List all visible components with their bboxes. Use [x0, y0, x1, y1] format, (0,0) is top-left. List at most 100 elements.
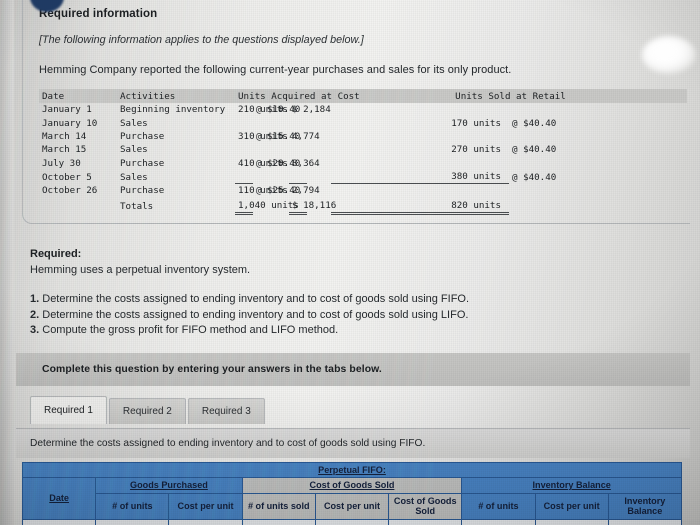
cell-units: [235, 170, 253, 184]
cell-sold-units: [331, 130, 509, 143]
panel-title: Required information: [39, 8, 158, 20]
fifo-col-ib-balance: Inventory Balance: [607, 492, 683, 520]
fifo-group-cost-of-goods-sold: Cost of Goods Sold: [241, 477, 463, 494]
cell-unit-price: [253, 116, 271, 129]
cell-activity: Purchase: [120, 185, 165, 197]
list-item-number: 1.: [30, 293, 40, 305]
cell-units: 110 units: [235, 183, 288, 198]
list-item: 3. Compute the gross profit for FIFO met…: [30, 323, 670, 339]
tab-instruction-text: Determine the costs assigned to ending i…: [30, 438, 426, 449]
col-header-activities: Activities: [117, 89, 235, 103]
required-information-panel: Required information [The following info…: [22, 0, 690, 224]
fifo-title-row: Perpetual FIFO:: [22, 462, 682, 478]
cell-unit-price: @ $20.40: [256, 157, 301, 169]
cell-totals-blank: [39, 198, 117, 214]
cell-sold-units: 270 units: [451, 144, 501, 156]
fifo-cell-gp-cost[interactable]: [168, 518, 243, 525]
cell-sold-price: [509, 184, 687, 198]
fifo-group-header-row: Date Goods Purchased Cost of Goods Sold …: [21, 477, 682, 520]
cell-units: 410 units: [238, 157, 288, 169]
cell-activity: Sales: [120, 171, 148, 183]
cell-sold-units: 380 units: [451, 171, 501, 183]
list-item-text: Determine the costs assigned to ending i…: [42, 308, 469, 321]
fifo-cell-ib-units[interactable]: [461, 518, 536, 525]
cell-units: [235, 143, 253, 156]
activities-table-header-row: Date Activities Units Acquired at Cost U…: [39, 89, 687, 103]
fifo-col-cg-units-sold: # of units sold: [241, 492, 316, 520]
fifo-col-ib-cost-per-unit: Cost per unit: [534, 492, 609, 520]
fifo-cell-ib-balance[interactable]: [607, 518, 683, 525]
cell-spacer: [307, 170, 331, 184]
cell-equals: [271, 116, 289, 129]
fifo-cell-gp-units[interactable]: [95, 518, 170, 525]
cell-cost: [289, 170, 307, 184]
table-row: March 15 Sales 270 units @ $40.40: [39, 143, 687, 156]
cell-activity: Purchase: [120, 130, 165, 142]
tab-required-1[interactable]: Required 1: [30, 396, 107, 424]
perpetual-fifo-table: Perpetual FIFO: Date Goods Purchased Cos…: [21, 462, 683, 525]
cell-totals-blank4: [509, 198, 687, 214]
cell-cost: 2,794: [289, 183, 320, 198]
required-items-list: 1. Determine the costs assigned to endin…: [30, 292, 670, 339]
table-row: October 26 Purchase 110 units @ $25.40 =…: [39, 183, 687, 198]
cell-totals-units: 1,040 units: [235, 197, 299, 215]
cell-unit-price: @ $25.40: [256, 185, 301, 197]
tab-required-2[interactable]: Required 2: [108, 398, 186, 424]
cell-activity: Beginning inventory: [120, 104, 226, 116]
col-header-units-acquired: Units Acquired at Cost: [235, 89, 360, 103]
cell-sold-units: [331, 103, 509, 116]
table-row[interactable]: [21, 518, 683, 525]
table-row: October 5 Sales 380 units @ $40.40: [39, 170, 687, 184]
fifo-group-inventory-balance-text: Inventory Balance: [532, 480, 611, 490]
fifo-cell-date[interactable]: [21, 518, 97, 525]
complete-question-bar: Complete this question by entering your …: [16, 353, 690, 386]
fifo-col-ib-units: # of units: [461, 492, 536, 520]
list-item: 1. Determine the costs assigned to endin…: [30, 292, 670, 308]
col-header-date: Date: [39, 89, 117, 103]
list-item-number: 2.: [30, 308, 40, 321]
fifo-table-title-text: Perpetual FIFO:: [318, 464, 386, 475]
cell-totals-sold-units: 820 units: [331, 197, 509, 215]
table-row: January 10 Sales 170 units @ $40.40: [39, 116, 687, 129]
fifo-col-cg-total: Cost of Goods Sold: [388, 492, 463, 520]
cell-totals-label: Totals: [120, 201, 154, 213]
fifo-group-goods-purchased: Goods Purchased: [95, 477, 243, 494]
cell-sold-price: @ $40.40: [512, 144, 557, 156]
tab-required-3[interactable]: Required 3: [187, 398, 265, 424]
fifo-leaf-header-row: # of units Cost per unit # of units sold…: [23, 492, 683, 520]
cell-cost: 4,774: [292, 130, 320, 142]
cell-sold-price: [509, 157, 687, 170]
cell-date: March 15: [42, 144, 87, 156]
fifo-col-header-date: Date: [21, 477, 97, 520]
fifo-cell-cg-cost[interactable]: [314, 518, 390, 525]
fifo-cell-cg-total[interactable]: [388, 518, 463, 525]
cell-activity: Sales: [120, 144, 148, 156]
cell-sold-price: [509, 130, 687, 143]
fifo-col-header-date-text: Date: [49, 493, 69, 503]
cell-cost: $ 2,184: [292, 104, 331, 116]
list-item-text: Compute the gross profit for FIFO method…: [42, 324, 339, 336]
cell-unit-price: [253, 143, 271, 156]
tab-strip-underline: [16, 428, 690, 429]
cell-date: January 10: [42, 117, 98, 129]
activities-table: Date Activities Units Acquired at Cost U…: [39, 89, 687, 215]
fifo-col-gp-units: # of units: [95, 492, 170, 520]
list-item-text: Determine the costs assigned to ending i…: [42, 293, 470, 305]
cell-cost: [289, 116, 307, 129]
cell-sold-price: @ $40.40: [512, 117, 557, 129]
cell-cost: 8,364: [292, 157, 320, 169]
cell-activity: Sales: [120, 117, 148, 129]
list-item-number: 3.: [30, 324, 40, 336]
cell-sold-units: 170 units: [451, 117, 501, 129]
cell-date: October 5: [42, 171, 92, 183]
fifo-cell-ib-cost[interactable]: [534, 518, 609, 525]
required-note: Hemming uses a perpetual inventory syste…: [30, 264, 251, 276]
fifo-col-cg-cost-per-unit: Cost per unit: [314, 492, 390, 520]
cell-date: March 14: [42, 130, 87, 142]
fifo-cell-cg-units[interactable]: [241, 518, 316, 525]
table-row: July 30 Purchase 410 units @ $20.40 = 8,…: [39, 157, 687, 170]
cell-totals-cost: $ 18,116: [289, 197, 336, 215]
panel-subtitle: [The following information applies to th…: [39, 34, 364, 46]
fifo-table-body: [21, 518, 683, 525]
cell-activity: Purchase: [120, 157, 165, 169]
